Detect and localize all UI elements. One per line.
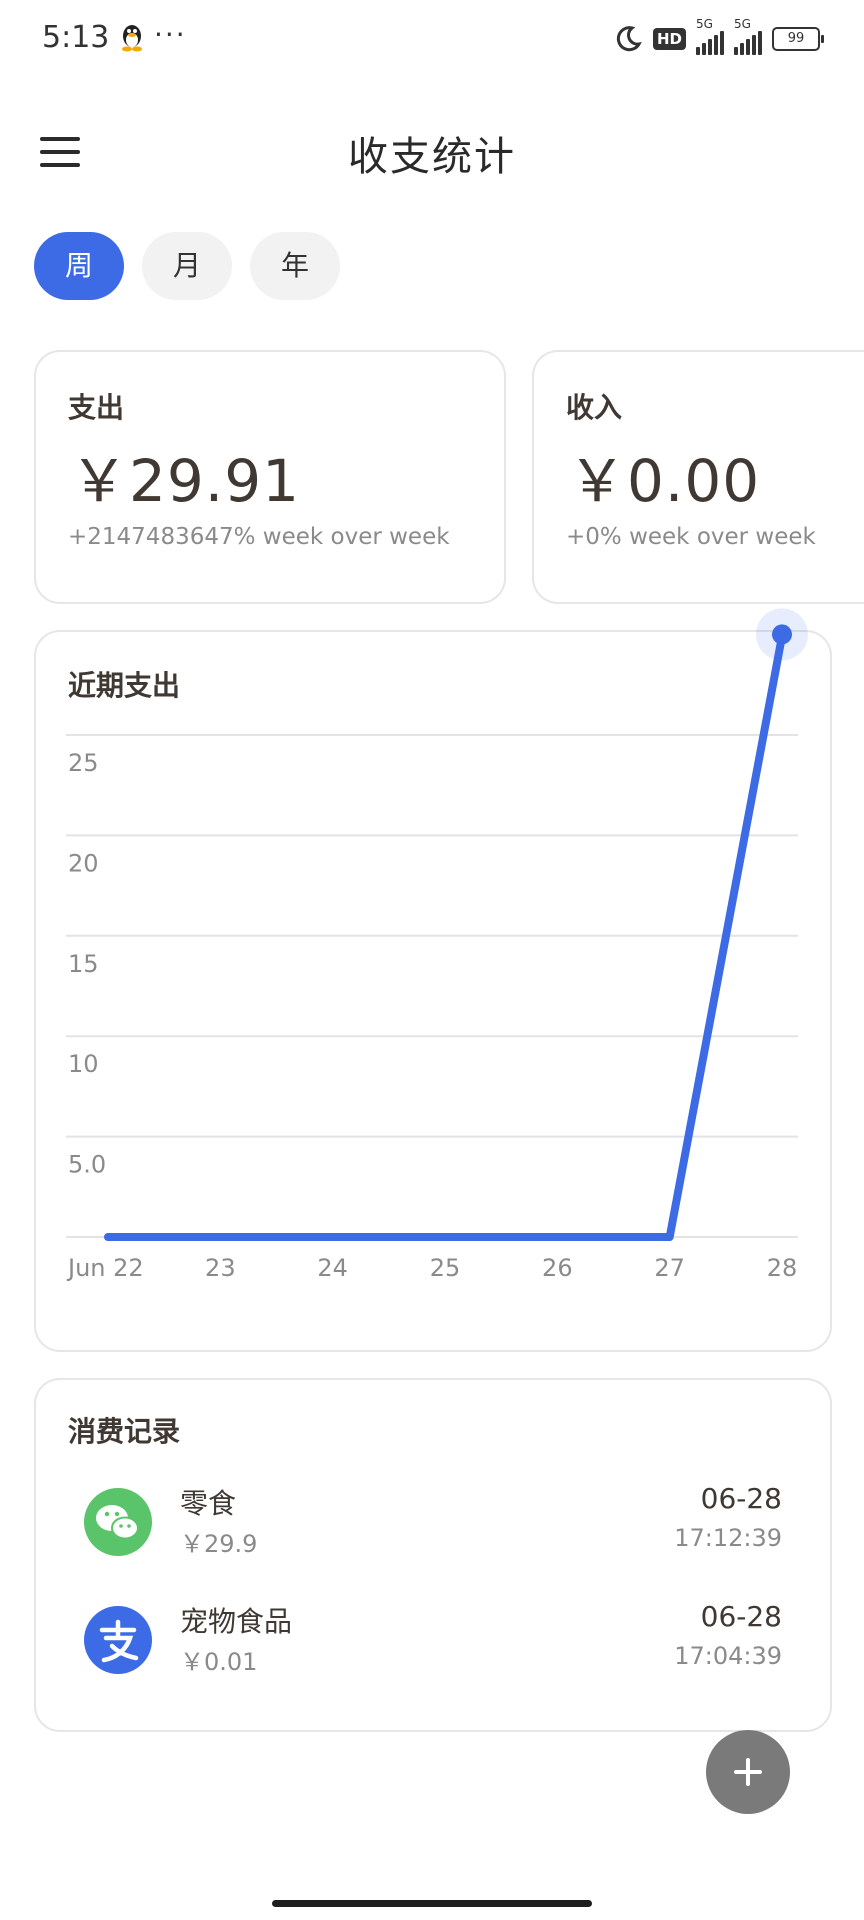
y-tick-label: 15 (68, 950, 99, 978)
data-point[interactable] (772, 624, 792, 645)
record-name: 宠物食品 (180, 1605, 293, 1638)
records-card: 消费记录 零食 ￥29.9 06-28 17:12:39 宠物食品 ￥0.01 … (34, 1378, 832, 1732)
record-date: 06-28 (700, 1600, 782, 1633)
expense-line-chart: 5.0 10 15 20 25 Jun 22 23 24 25 26 27 28 (66, 608, 808, 1282)
list-item[interactable]: 宠物食品 ￥0.01 06-28 17:04:39 (36, 1598, 830, 1708)
x-tick-label: 24 (317, 1254, 348, 1282)
record-time: 17:04:39 (674, 1642, 782, 1670)
wechat-pay-icon (84, 1488, 152, 1556)
alipay-icon (84, 1606, 152, 1674)
record-name: 零食 (180, 1487, 237, 1520)
list-item[interactable]: 零食 ￥29.9 06-28 17:12:39 (36, 1480, 830, 1590)
x-tick-label: 27 (654, 1254, 685, 1282)
record-time: 17:12:39 (674, 1524, 782, 1552)
y-tick-label: 5.0 (68, 1151, 106, 1179)
record-date: 06-28 (700, 1482, 782, 1515)
x-tick-label: 28 (767, 1254, 798, 1282)
x-tick-label: Jun 22 (66, 1254, 144, 1282)
x-tick-label: 23 (205, 1254, 236, 1282)
record-amount: ￥29.9 (180, 1530, 258, 1558)
x-tick-label: 25 (430, 1254, 461, 1282)
x-tick-label: 26 (542, 1254, 573, 1282)
y-tick-label: 25 (68, 749, 99, 777)
records-title: 消费记录 (68, 1415, 181, 1448)
home-indicator[interactable] (272, 1900, 592, 1907)
y-tick-label: 20 (68, 849, 99, 877)
y-tick-label: 10 (68, 1050, 99, 1078)
record-amount: ￥0.01 (180, 1648, 258, 1676)
add-record-button[interactable] (706, 1730, 790, 1814)
